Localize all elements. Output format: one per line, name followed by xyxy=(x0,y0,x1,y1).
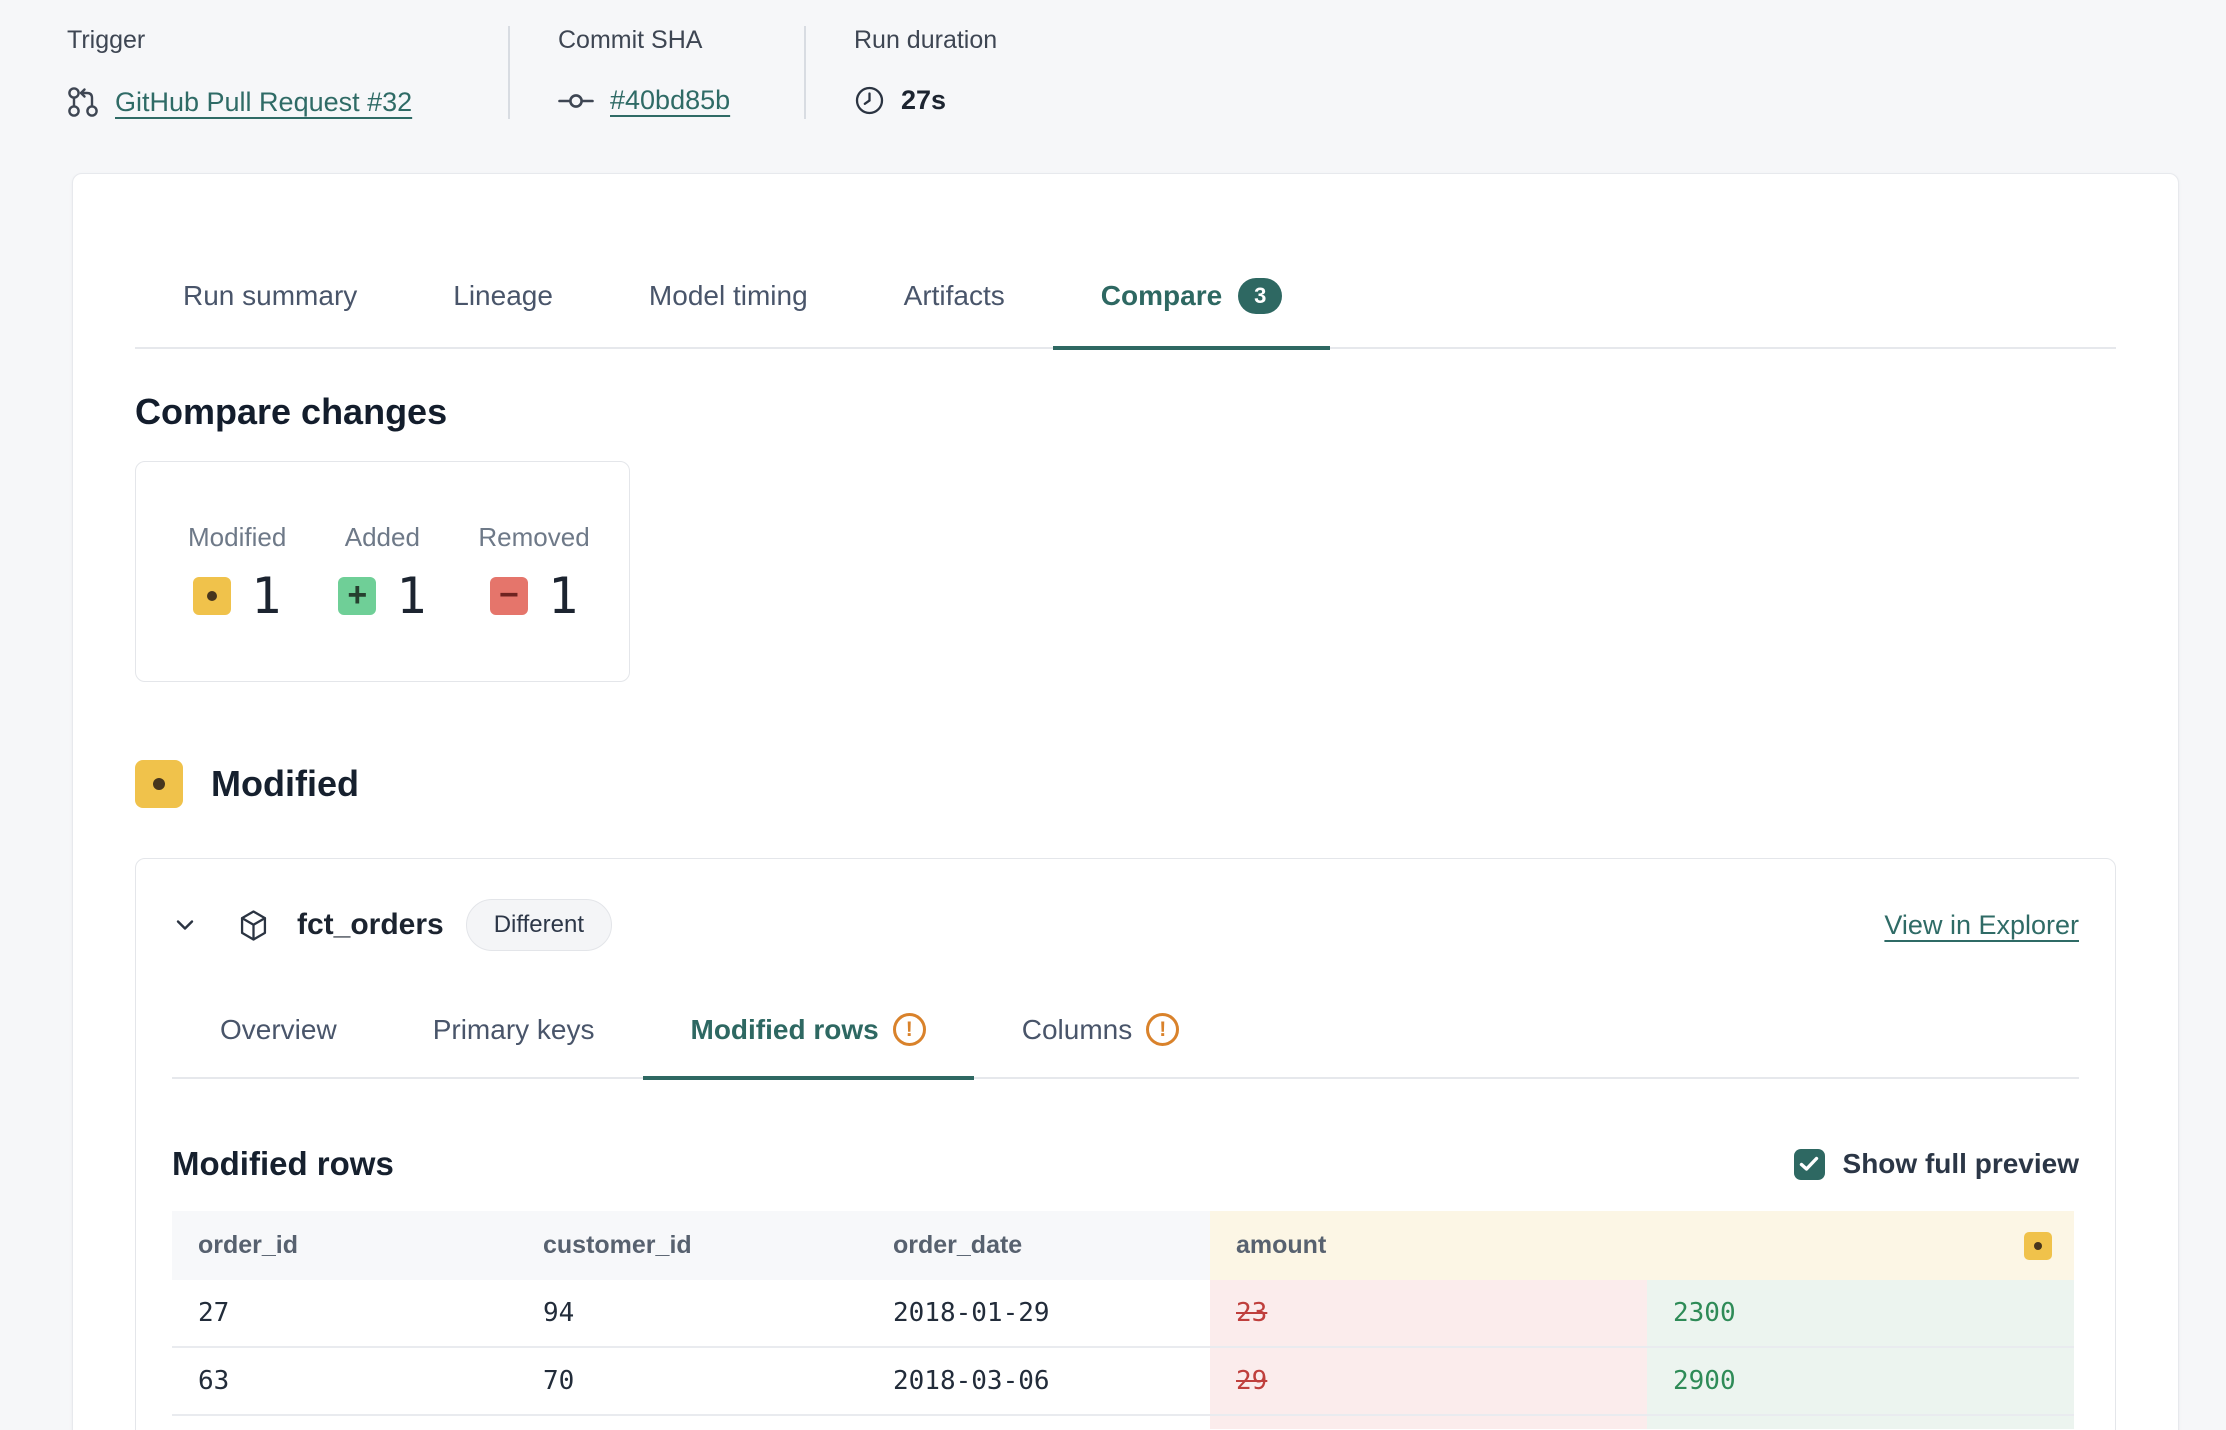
cell-order-date: 2018-01-29 xyxy=(867,1280,1210,1346)
stat-modified: Modified 1 xyxy=(188,522,286,681)
cell-amount-new xyxy=(1647,1416,2074,1429)
table-row-partial xyxy=(172,1416,2074,1429)
modified-section-title: Modified xyxy=(211,763,359,805)
stat-value: 1 xyxy=(490,567,578,625)
table-header-row: order_id customer_id order_date amount xyxy=(172,1211,2074,1280)
tab-label: Compare xyxy=(1101,280,1222,312)
added-icon xyxy=(338,577,376,615)
compare-changes-title: Compare changes xyxy=(135,391,2116,433)
view-in-explorer-link[interactable]: View in Explorer xyxy=(1884,910,2079,941)
tab-label: Columns xyxy=(1022,1014,1132,1046)
stat-label: Removed xyxy=(478,522,589,553)
cell-amount-new: 2300 xyxy=(1647,1280,2074,1346)
tab-run-summary[interactable]: Run summary xyxy=(135,278,405,350)
stat-label: Modified xyxy=(188,522,286,553)
package-icon xyxy=(238,909,269,942)
tab-lineage[interactable]: Lineage xyxy=(405,278,601,350)
cell-order-id: 63 xyxy=(172,1348,517,1414)
duration-text: 27s xyxy=(901,85,946,116)
cell-amount-new: 2900 xyxy=(1647,1348,2074,1414)
trigger-value: GitHub Pull Request #32 xyxy=(67,85,456,119)
table-row: 27 94 2018-01-29 23 2300 xyxy=(172,1280,2074,1348)
table-row: 63 70 2018-03-06 29 2900 xyxy=(172,1348,2074,1416)
stat-removed: Removed 1 xyxy=(478,522,589,681)
model-status-badge: Different xyxy=(466,899,612,951)
duration-value: 27s xyxy=(854,85,997,116)
tab-label: Artifacts xyxy=(904,280,1005,312)
stat-value: 1 xyxy=(338,567,426,625)
cell-customer-id xyxy=(517,1416,867,1429)
cell-customer-id: 70 xyxy=(517,1348,867,1414)
duration-label: Run duration xyxy=(854,26,997,55)
show-full-preview-toggle[interactable]: Show full preview xyxy=(1794,1148,2079,1180)
column-header-amount-label: amount xyxy=(1236,1231,1326,1260)
modified-section-heading: Modified xyxy=(135,760,2116,808)
cell-customer-id: 94 xyxy=(517,1280,867,1346)
tab-overview[interactable]: Overview xyxy=(172,1013,385,1080)
run-page: Trigger GitHub Pull Request #32 Commit S… xyxy=(0,0,2226,1430)
tab-compare[interactable]: Compare 3 xyxy=(1053,278,1331,350)
warning-icon xyxy=(893,1013,926,1046)
cell-order-date: 2018-03-06 xyxy=(867,1348,1210,1414)
clock-icon xyxy=(854,85,885,116)
model-name: fct_orders xyxy=(297,908,444,942)
commit-label: Commit SHA xyxy=(558,26,752,55)
modified-icon xyxy=(2024,1232,2052,1260)
model-header: fct_orders Different View in Explorer xyxy=(172,899,2079,951)
tab-label: Model timing xyxy=(649,280,808,312)
modified-rows-header: Modified rows Show full preview xyxy=(172,1145,2079,1183)
checkbox-checked-icon[interactable] xyxy=(1794,1149,1825,1180)
trigger-label: Trigger xyxy=(67,26,456,55)
tab-modified-rows[interactable]: Modified rows xyxy=(643,1013,974,1080)
cell-amount-old: 23 xyxy=(1210,1280,1647,1346)
git-commit-icon xyxy=(558,88,594,114)
tab-label: Run summary xyxy=(183,280,357,312)
tab-label: Overview xyxy=(220,1014,337,1046)
modified-icon xyxy=(193,577,231,615)
cell-order-id: 27 xyxy=(172,1280,517,1346)
trigger-link[interactable]: GitHub Pull Request #32 xyxy=(115,87,412,118)
tab-label: Modified rows xyxy=(691,1014,879,1046)
compare-count-badge: 3 xyxy=(1238,278,1282,314)
removed-icon xyxy=(490,577,528,615)
compare-summary-card: Modified 1 Added 1 Removed 1 xyxy=(135,461,630,682)
git-pull-request-icon xyxy=(67,85,99,119)
stat-count: 1 xyxy=(396,567,426,625)
modified-rows-table: order_id customer_id order_date amount 2… xyxy=(172,1211,2074,1429)
run-tabs: Run summary Lineage Model timing Artifac… xyxy=(135,278,2116,349)
cell-amount-old xyxy=(1210,1416,1647,1429)
tab-primary-keys[interactable]: Primary keys xyxy=(385,1013,643,1080)
chevron-down-icon[interactable] xyxy=(172,912,198,938)
modified-icon xyxy=(135,760,183,808)
duration-section: Run duration 27s xyxy=(804,26,1049,119)
cell-amount-old: 29 xyxy=(1210,1348,1647,1414)
tab-label: Lineage xyxy=(453,280,553,312)
stat-added: Added 1 xyxy=(338,522,426,681)
trigger-section: Trigger GitHub Pull Request #32 xyxy=(67,26,508,119)
modified-rows-title: Modified rows xyxy=(172,1145,394,1183)
column-header-order-date: order_date xyxy=(867,1211,1210,1280)
stat-count: 1 xyxy=(548,567,578,625)
column-header-amount: amount xyxy=(1210,1211,2074,1280)
column-header-customer-id: customer_id xyxy=(517,1211,867,1280)
column-header-order-id: order_id xyxy=(172,1211,517,1280)
commit-value: #40bd85b xyxy=(558,85,752,116)
stat-label: Added xyxy=(345,522,420,553)
stat-value: 1 xyxy=(193,567,281,625)
tab-columns[interactable]: Columns xyxy=(974,1013,1227,1080)
show-full-preview-label: Show full preview xyxy=(1843,1148,2079,1180)
commit-section: Commit SHA #40bd85b xyxy=(508,26,804,119)
model-card-fct-orders: fct_orders Different View in Explorer Ov… xyxy=(135,858,2116,1430)
stat-count: 1 xyxy=(251,567,281,625)
warning-icon xyxy=(1146,1013,1179,1046)
cell-order-id xyxy=(172,1416,517,1429)
run-meta-header: Trigger GitHub Pull Request #32 Commit S… xyxy=(0,0,2226,119)
run-detail-card: Run summary Lineage Model timing Artifac… xyxy=(72,173,2179,1430)
commit-sha-link[interactable]: #40bd85b xyxy=(610,85,730,116)
tab-artifacts[interactable]: Artifacts xyxy=(856,278,1053,350)
cell-order-date xyxy=(867,1416,1210,1429)
model-tabs: Overview Primary keys Modified rows Colu… xyxy=(172,1013,2079,1079)
tab-label: Primary keys xyxy=(433,1014,595,1046)
tab-model-timing[interactable]: Model timing xyxy=(601,278,856,350)
